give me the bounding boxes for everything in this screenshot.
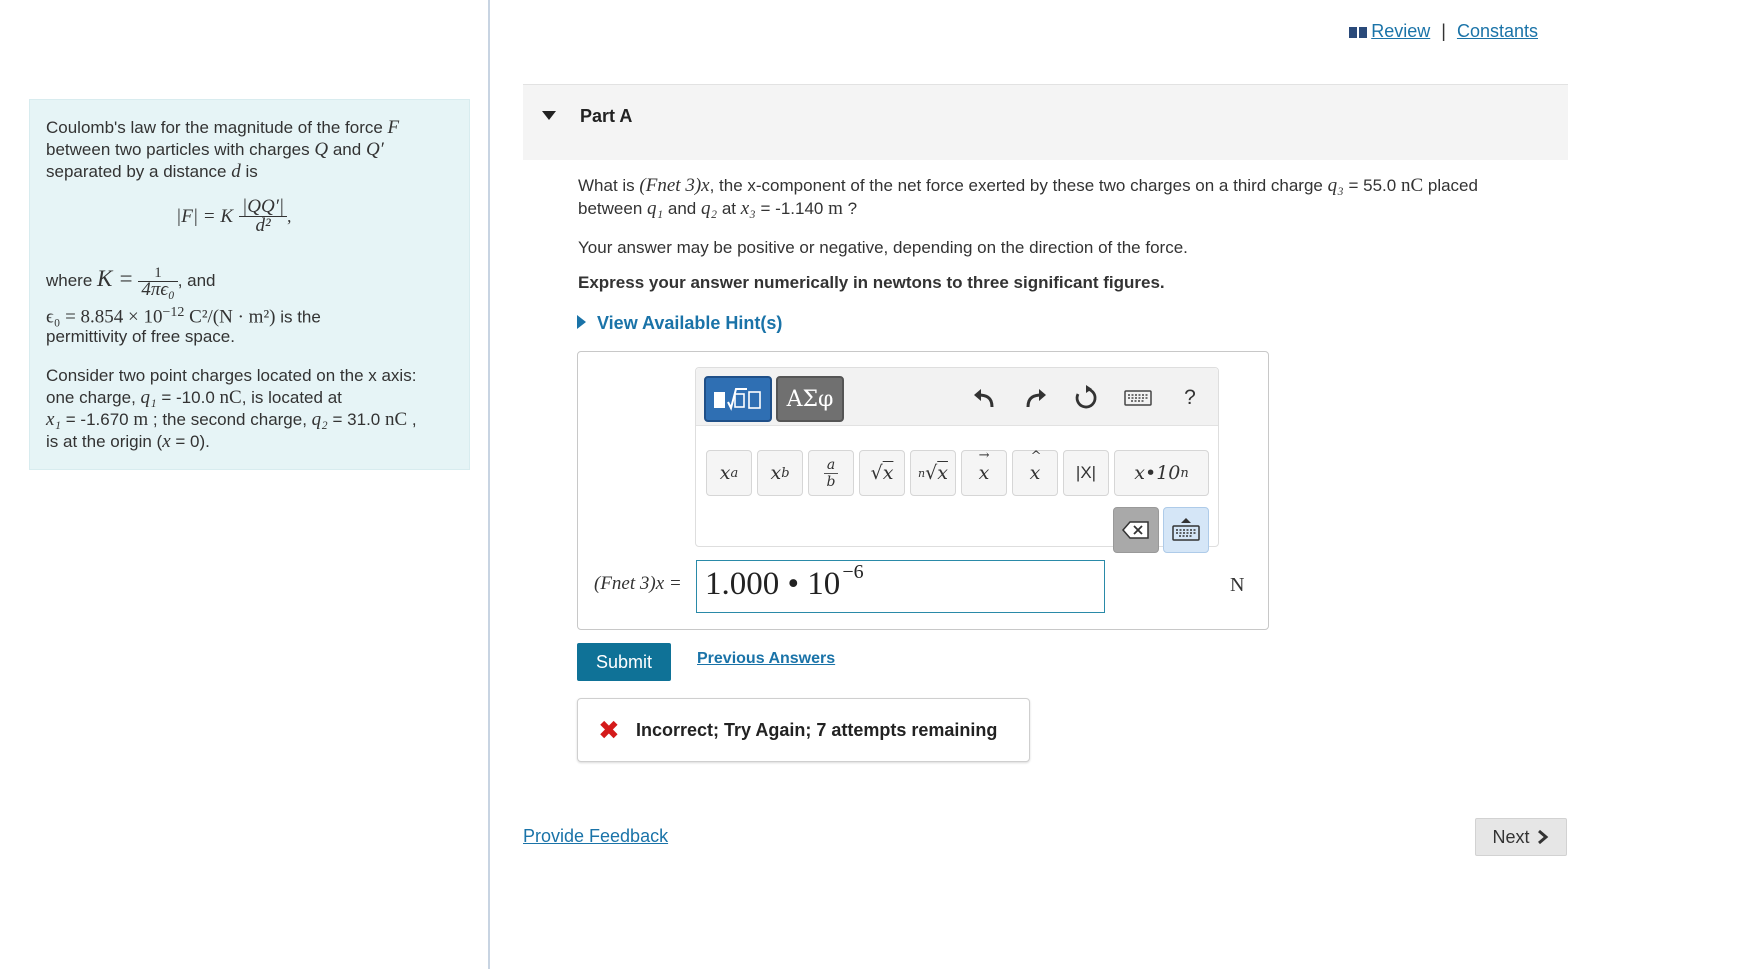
nth-root-button[interactable]: n √ x — [910, 450, 956, 496]
help-icon[interactable]: ? — [1176, 384, 1204, 412]
answer-input[interactable]: 1.000 • 10 −6 — [696, 560, 1105, 613]
book-icon — [1349, 23, 1368, 44]
backspace-icon — [1122, 521, 1149, 539]
templates-icon — [714, 388, 761, 411]
link-separator: | — [1441, 21, 1446, 41]
previous-answers-link[interactable]: Previous Answers — [697, 650, 835, 668]
keyboard-toggle-button[interactable] — [1163, 507, 1209, 553]
reset-icon[interactable] — [1072, 384, 1100, 412]
review-link[interactable]: Review — [1371, 21, 1430, 41]
question-line-2: between q₁ and q₂ at x₃ = -1.140 m ? — [578, 198, 858, 219]
panel-divider — [488, 0, 490, 969]
feedback-text: Incorrect; Try Again; 7 attempts remaini… — [636, 720, 998, 740]
incorrect-x-icon: ✖ — [598, 715, 620, 745]
direction-note: Your answer may be positive or negative,… — [578, 238, 1188, 257]
part-title: Part A — [580, 106, 633, 126]
templates-button[interactable] — [704, 376, 772, 422]
answer-instruction: Express your answer numerically in newto… — [578, 273, 1165, 292]
part-a-header[interactable]: Part A — [523, 84, 1568, 160]
feedback-message: ✖ Incorrect; Try Again; 7 attempts remai… — [577, 698, 1030, 762]
redo-icon[interactable] — [1022, 384, 1050, 412]
square-root-button[interactable]: √ x — [859, 450, 905, 496]
undo-icon[interactable] — [970, 384, 998, 412]
unit-vector-button[interactable]: ^ x — [1012, 449, 1058, 496]
answer-variable-label: (Fnet 3)x = — [594, 573, 682, 594]
submit-button[interactable]: Submit — [577, 643, 671, 681]
fnet-variable: (Fnet 3)x — [639, 175, 710, 196]
review-constants-links: Review | Constants — [1349, 21, 1538, 44]
problem-intro-panel: Coulomb's law for the magnitude of the f… — [29, 99, 470, 470]
view-hints-toggle[interactable]: View Available Hint(s) — [577, 313, 782, 334]
coulomb-fraction: |QQ′| d² — [239, 197, 288, 235]
intro-p2-line-3: x₁ = -1.670 m ; the second charge, q₂ = … — [46, 409, 417, 430]
answer-value: 1.000 • 10 −6 — [705, 561, 864, 602]
intro-line-1: Coulomb's law for the magnitude of the f… — [46, 117, 400, 138]
answer-box: ΑΣφ ? xa xb ab √ x n √ x → x ^ x |X| x •… — [577, 351, 1269, 630]
symbols-button[interactable]: ΑΣφ — [776, 376, 844, 422]
intro-where-line: where K = 1 4πϵ₀ , and — [46, 265, 216, 301]
k-fraction: 1 4πϵ₀ — [138, 265, 178, 299]
collapse-caret-icon[interactable] — [542, 111, 556, 120]
intro-line-2: between two particles with charges Q and… — [46, 139, 384, 160]
fraction-button[interactable]: ab — [808, 450, 854, 496]
vector-button[interactable]: → x — [961, 448, 1007, 496]
intro-p2-line-2: one charge, q₁ = -10.0 nC, is located at — [46, 387, 342, 408]
next-button[interactable]: Next — [1475, 818, 1567, 856]
backspace-button[interactable] — [1113, 507, 1159, 553]
answer-unit: N — [1230, 574, 1245, 596]
intro-permittivity-line: permittivity of free space. — [46, 327, 235, 346]
keyboard-icon[interactable] — [1124, 384, 1152, 412]
keyboard-toggle-icon — [1172, 518, 1200, 541]
scientific-notation-button[interactable]: x • 10 n — [1114, 450, 1209, 496]
expand-triangle-icon — [577, 315, 586, 329]
math-toolbar: ΑΣφ ? xa xb ab √ x n √ x → x ^ x |X| x •… — [695, 367, 1219, 553]
chevron-right-icon — [1537, 829, 1548, 845]
absolute-value-button[interactable]: |X| — [1063, 450, 1109, 496]
question-line-1: What is (Fnet 3)x, the x-component of th… — [578, 175, 1478, 196]
superscript-button[interactable]: xa — [706, 450, 752, 496]
intro-p2-line-4: is at the origin (x = 0). — [46, 431, 210, 452]
coulomb-formula: |F| = K |QQ′| d² , — [176, 196, 292, 236]
constants-link[interactable]: Constants — [1457, 21, 1538, 41]
intro-p2-line-1: Consider two point charges located on th… — [46, 366, 417, 385]
intro-line-3: separated by a distance d is — [46, 161, 258, 182]
intro-epsilon-line: ϵ₀ = 8.854 × 10−12 C²/(N · m²) is the — [46, 305, 321, 328]
provide-feedback-link[interactable]: Provide Feedback — [523, 826, 668, 847]
subscript-button[interactable]: xb — [757, 450, 803, 496]
toolbar-top-row: ΑΣφ ? — [696, 368, 1218, 426]
